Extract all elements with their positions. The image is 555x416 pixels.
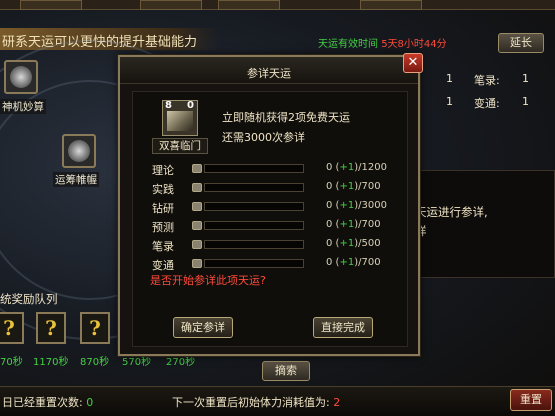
attribute-increment: +1 — [339, 257, 355, 268]
top-tab[interactable] — [140, 0, 202, 10]
reward-time: 70秒 — [0, 357, 23, 368]
attribute-paren-close: )/ — [354, 200, 362, 211]
stat-value: 1 — [446, 95, 453, 108]
research-requirement: 还需3000次参详 — [222, 131, 305, 144]
attribute-row: 变通 0 (+1)/700 — [152, 257, 402, 272]
stat-value: 1 — [446, 72, 453, 85]
attribute-progress-bar — [204, 221, 304, 230]
status-prefix: 天运有效时间 — [318, 39, 378, 50]
stat-name: 笔录: — [474, 74, 500, 87]
view-button[interactable]: 摘索 — [262, 361, 310, 381]
attribute-row: 笔录 0 (+1)/500 — [152, 238, 402, 253]
attribute-row: 实践 0 (+1)/700 — [152, 181, 402, 196]
attribute-paren-close: )/ — [354, 257, 362, 268]
stat-name: 变通: — [474, 97, 500, 110]
attribute-increment: +1 — [339, 238, 355, 249]
attribute-handle-icon — [192, 221, 202, 230]
attribute-handle-icon — [192, 259, 202, 268]
complete-now-button[interactable]: 直接完成 — [313, 317, 373, 338]
attribute-label: 变通 — [152, 259, 174, 272]
info-text: 天运进行参详, — [415, 205, 488, 219]
attribute-max: 1200 — [361, 162, 387, 173]
attribute-progress-bar — [204, 202, 304, 211]
item-icon[interactable]: 8 0 — [162, 100, 198, 136]
skill-icon-shenji[interactable] — [4, 60, 38, 94]
attribute-row: 理论 0 (+1)/1200 — [152, 162, 402, 177]
attribute-paren-close: )/ — [354, 181, 362, 192]
attribute-handle-icon — [192, 240, 202, 249]
attribute-increment: +1 — [339, 219, 355, 230]
reset-count-label: 日已经重置次数: — [2, 396, 83, 409]
reward-time: 870秒 — [80, 357, 110, 368]
top-tab[interactable] — [20, 0, 82, 10]
next-cost-value: 2 — [333, 396, 341, 409]
attribute-value: 0 (+1)/700 — [326, 181, 381, 192]
stat-value: 1 — [522, 72, 529, 85]
status-time: 5天8小时44分 — [381, 39, 447, 50]
reward-time: 1170秒 — [33, 357, 69, 368]
attribute-row: 预测 0 (+1)/700 — [152, 219, 402, 234]
item-description: 立即随机获得2项免费天运 — [222, 111, 350, 124]
reset-count: 日已经重置次数: 0 — [2, 394, 93, 410]
stat-value: 1 — [522, 95, 529, 108]
attribute-handle-icon — [192, 183, 202, 192]
reset-count-value: 0 — [86, 396, 94, 409]
attribute-value: 0 (+1)/3000 — [326, 200, 387, 211]
attribute-max: 700 — [361, 257, 381, 268]
attribute-row: 钻研 0 (+1)/3000 — [152, 200, 402, 215]
attribute-value: 0 (+1)/700 — [326, 219, 381, 230]
attribute-value: 0 (+1)/700 — [326, 257, 381, 268]
research-dialog: 参详天运 ✕ 8 0 双喜临门 立即随机获得2项免费天运 还需3000次参详 理… — [118, 53, 423, 356]
attribute-label: 预测 — [152, 221, 174, 234]
next-cost: 下一次重置后初始体力消耗值为: 2 — [172, 394, 340, 410]
attribute-handle-icon — [192, 202, 202, 211]
attribute-max: 3000 — [361, 200, 387, 211]
attribute-progress-bar — [204, 240, 304, 249]
dialog-title: 参详天运 — [247, 67, 291, 80]
attribute-label: 理论 — [152, 164, 174, 177]
attribute-label: 笔录 — [152, 240, 174, 253]
confirm-question: 是否开始参详此项天运? — [150, 274, 266, 287]
top-tab[interactable] — [360, 0, 422, 10]
extend-button[interactable]: 延长 — [498, 33, 544, 53]
attribute-progress-bar — [204, 259, 304, 268]
reward-queue-title: 统奖励队列 — [0, 292, 58, 306]
item-name: 双喜临门 — [152, 138, 208, 154]
attribute-handle-icon — [192, 164, 202, 173]
attribute-paren-close: )/ — [354, 238, 362, 249]
info-box — [412, 170, 555, 278]
attribute-paren-close: )/ — [354, 219, 362, 230]
item-count-right: 0 — [187, 100, 194, 111]
status-text: 天运有效时间 5天8小时44分 — [318, 35, 447, 50]
attribute-value: 0 (+1)/500 — [326, 238, 381, 249]
scroll-icon — [167, 111, 193, 131]
next-cost-label: 下一次重置后初始体力消耗值为: — [172, 396, 330, 409]
item-count-left: 8 — [165, 100, 172, 111]
attribute-progress-bar — [204, 164, 304, 173]
orb-icon — [10, 66, 32, 88]
skill-label: 运筹帷幄 — [53, 172, 99, 187]
confirm-research-button[interactable]: 确定参详 — [173, 317, 233, 338]
reward-slot[interactable]: ? — [0, 312, 24, 344]
attribute-max: 700 — [361, 181, 381, 192]
attribute-value: 0 (+1)/1200 — [326, 162, 387, 173]
reset-button[interactable]: 重置 — [510, 389, 552, 411]
skill-icon-yunchou[interactable] — [62, 134, 96, 168]
attribute-paren-close: )/ — [354, 162, 362, 173]
top-tab[interactable] — [218, 0, 280, 10]
attribute-max: 700 — [361, 219, 381, 230]
attribute-increment: +1 — [339, 162, 355, 173]
attribute-increment: +1 — [339, 181, 355, 192]
reward-slot[interactable]: ? — [80, 312, 110, 344]
attribute-progress-bar — [204, 183, 304, 192]
attribute-label: 实践 — [152, 183, 174, 196]
attribute-max: 500 — [361, 238, 381, 249]
orb-icon — [68, 140, 90, 162]
attribute-increment: +1 — [339, 200, 355, 211]
reward-slot[interactable]: ? — [36, 312, 66, 344]
skill-label: 神机妙算 — [0, 99, 46, 114]
close-icon[interactable]: ✕ — [403, 53, 423, 73]
attribute-label: 钻研 — [152, 202, 174, 215]
